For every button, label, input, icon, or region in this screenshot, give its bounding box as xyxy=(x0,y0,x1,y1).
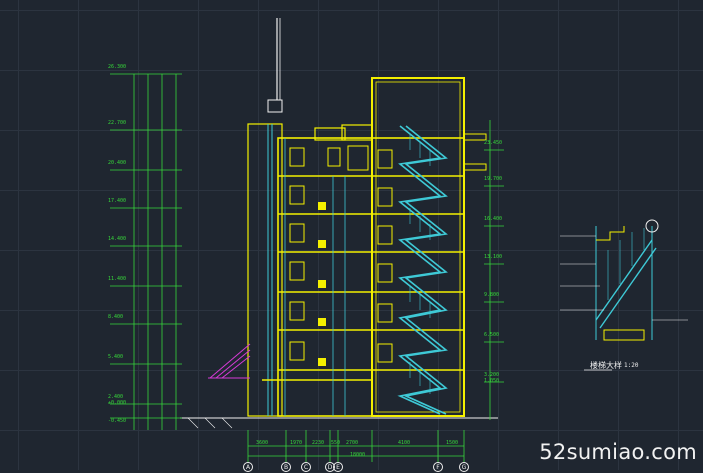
left-elevation-label: 26.300 xyxy=(108,64,127,70)
bottom-dimension-label: 2700 xyxy=(346,440,359,446)
section-drawing xyxy=(110,18,688,462)
left-elevation-label: 5.400 xyxy=(108,354,124,360)
bottom-dimension-label: 2230 xyxy=(312,440,325,446)
left-elevation-label: ±0.000 xyxy=(108,400,127,406)
bottom-dimension-label: 550 xyxy=(331,440,341,446)
bottom-dimension-label: 1970 xyxy=(290,440,303,446)
left-elevation-label: 11.400 xyxy=(108,276,127,282)
left-elevation-label: -0.450 xyxy=(108,418,127,424)
left-tower xyxy=(247,123,283,417)
detail-scale: 1:20 xyxy=(624,362,639,369)
watermark: 52sumiao.com xyxy=(539,440,697,464)
left-elevation-label: 8.400 xyxy=(108,314,124,320)
right-elevation-label: 13.100 xyxy=(484,254,503,260)
left-elevation-label: 14.400 xyxy=(108,236,127,242)
right-elevation-label: 9.800 xyxy=(484,292,500,298)
axis-bubble: F xyxy=(433,462,443,472)
floor-slabs xyxy=(262,175,464,381)
left-elevation-label: 20.400 xyxy=(108,160,127,166)
bottom-dimension-label: 1500 xyxy=(446,440,459,446)
entrance-ramp xyxy=(208,343,251,379)
axis-bubble: G xyxy=(459,462,469,472)
small-steps xyxy=(318,202,326,366)
right-elevation-label: 16.400 xyxy=(484,216,503,222)
ground-hatch xyxy=(187,417,233,429)
bottom-total-label: 18000 xyxy=(350,452,366,458)
bottom-dimension-label: 4100 xyxy=(398,440,411,446)
right-elevation-label: 19.700 xyxy=(484,176,503,182)
right-elevation-label: 1.050 xyxy=(484,378,500,384)
axis-bubble: B xyxy=(281,462,291,472)
stair-flights xyxy=(397,125,448,415)
cad-viewport[interactable]: 26.300 22.700 20.400 17.400 14.400 11.400 8.40… xyxy=(0,0,703,472)
detail-title: 楼梯大样 xyxy=(590,361,622,370)
left-elevation-label: 22.700 xyxy=(108,120,127,126)
axis-bubble: C xyxy=(301,462,311,472)
antenna-base xyxy=(267,99,283,113)
bottom-dimension-label: 3600 xyxy=(256,440,269,446)
right-elevation-label: 23.450 xyxy=(484,140,503,146)
stair-detail xyxy=(560,219,688,371)
left-dimension-ladder xyxy=(110,73,182,430)
axis-bubble: E xyxy=(333,462,343,472)
left-elevation-label: 17.400 xyxy=(108,198,127,204)
axis-bubble: A xyxy=(243,462,253,472)
right-elevation-label: 6.500 xyxy=(484,332,500,338)
